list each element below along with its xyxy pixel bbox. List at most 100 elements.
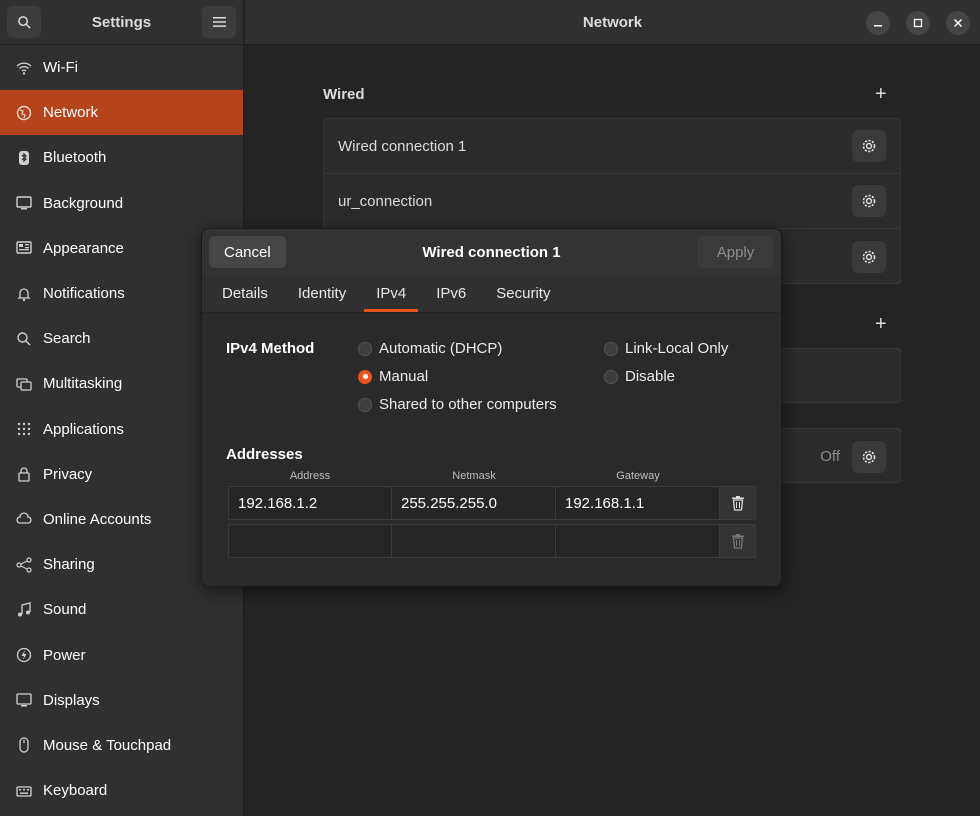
netmask-input[interactable] — [392, 524, 556, 558]
sidebar-item-label: Applications — [43, 420, 124, 438]
bluetooth-icon — [15, 149, 33, 167]
dialog-title: Wired connection 1 — [422, 243, 561, 261]
sidebar-item-wifi[interactable]: Wi-Fi — [0, 45, 243, 90]
sidebar-item-mouse-touchpad[interactable]: Mouse & Touchpad — [0, 723, 243, 768]
radio-button[interactable] — [604, 341, 618, 356]
sidebar-item-label: Sharing — [43, 556, 95, 574]
sidebar-item-label: Multitasking — [43, 375, 123, 393]
address-column-header: Address — [289, 470, 331, 482]
radio-label: Automatic (DHCP) — [379, 340, 503, 357]
sidebar-item-label: Mouse & Touchpad — [43, 736, 172, 754]
address-input[interactable]: 192.168.1.2 — [228, 486, 392, 520]
search-icon — [17, 15, 31, 29]
tab-details[interactable]: Details — [210, 275, 280, 312]
proxy-settings-button[interactable] — [852, 440, 886, 473]
netmask-column-header: Netmask — [452, 470, 496, 482]
sidebar-item-label: Sound — [43, 601, 87, 619]
maximize-button[interactable] — [906, 11, 930, 35]
maximize-icon — [913, 18, 923, 28]
tab-ipv4[interactable]: IPv4 — [364, 275, 419, 312]
sidebar-item-keyboard[interactable]: Keyboard — [0, 768, 243, 813]
radio-disable[interactable]: Disable — [604, 368, 675, 385]
sidebar-item-sound[interactable]: Sound — [0, 587, 243, 632]
tab-identity[interactable]: Identity — [286, 275, 358, 312]
delete-address-button[interactable] — [720, 524, 756, 558]
radio-button-selected[interactable] — [358, 369, 372, 384]
sidebar-item-label: Power — [43, 646, 86, 664]
connection-settings-button[interactable] — [852, 240, 886, 273]
appearance-icon — [15, 239, 33, 257]
music-note-icon — [15, 601, 33, 619]
sidebar-item-displays[interactable]: Displays — [0, 678, 243, 723]
ipv4-method-label: IPv4 Method — [226, 340, 315, 357]
plus-icon: + — [875, 83, 887, 105]
sidebar-item-background[interactable]: Background — [0, 181, 243, 226]
sidebar-item-label: Notifications — [43, 285, 125, 303]
radio-manual[interactable]: Manual — [358, 368, 428, 385]
connection-dialog: Cancel Wired connection 1 Apply Details … — [201, 228, 782, 587]
tab-security[interactable]: Security — [484, 275, 562, 312]
lock-icon — [15, 465, 33, 483]
wired-section-title: Wired — [323, 86, 365, 103]
sidebar-item-label: Search — [43, 330, 91, 348]
radio-button[interactable] — [358, 397, 372, 412]
radio-automatic-dhcp[interactable]: Automatic (DHCP) — [358, 340, 502, 357]
apply-button[interactable]: Apply — [697, 236, 774, 268]
trash-icon — [731, 534, 744, 549]
connection-settings-button[interactable] — [852, 185, 886, 217]
proxy-status: Off — [820, 448, 840, 465]
gateway-input[interactable]: 192.168.1.1 — [556, 486, 720, 520]
radio-label: Disable — [625, 368, 676, 385]
tab-ipv6[interactable]: IPv6 — [424, 275, 478, 312]
sidebar-item-power[interactable]: Power — [0, 632, 243, 677]
delete-address-button[interactable] — [720, 486, 756, 520]
radio-button[interactable] — [358, 341, 372, 356]
plus-icon: + — [875, 313, 887, 335]
list-item[interactable]: ur_connection — [324, 174, 900, 229]
power-icon — [15, 646, 33, 664]
hamburger-menu-icon — [212, 17, 226, 27]
radio-link-local[interactable]: Link-Local Only — [604, 340, 728, 357]
radio-label: Link-Local Only — [625, 340, 729, 357]
cancel-button[interactable]: Cancel — [209, 236, 286, 268]
sidebar-item-label: Bluetooth — [43, 149, 107, 167]
sidebar-item-label: Appearance — [43, 239, 124, 257]
share-icon — [15, 556, 33, 574]
gear-icon — [862, 194, 876, 208]
radio-button[interactable] — [604, 369, 618, 384]
wifi-icon — [15, 59, 33, 77]
search-button[interactable] — [7, 6, 41, 38]
gear-icon — [862, 250, 876, 263]
address-row — [228, 524, 756, 558]
close-button[interactable] — [946, 11, 970, 35]
close-icon — [954, 19, 962, 27]
list-item[interactable]: Wired connection 1 — [324, 119, 900, 174]
sidebar-item-bluetooth[interactable]: Bluetooth — [0, 135, 243, 180]
menu-button[interactable] — [202, 6, 236, 38]
address-row: 192.168.1.2 255.255.255.0 192.168.1.1 — [228, 486, 756, 520]
multitasking-icon — [15, 375, 33, 393]
address-input[interactable] — [228, 524, 392, 558]
sidebar-item-network[interactable]: Network — [0, 90, 243, 136]
gateway-input[interactable] — [556, 524, 720, 558]
sidebar-item-label: Privacy — [43, 465, 93, 483]
sidebar-header: Settings — [0, 0, 243, 45]
add-wired-button[interactable]: + — [875, 84, 887, 104]
radio-shared[interactable]: Shared to other computers — [358, 396, 557, 413]
cloud-icon — [15, 510, 33, 528]
ipv4-panel: IPv4 Method Automatic (DHCP) Manual Shar… — [202, 313, 781, 586]
netmask-input[interactable]: 255.255.255.0 — [392, 486, 556, 520]
sidebar-item-label: Wi-Fi — [43, 59, 78, 77]
connection-settings-button[interactable] — [852, 130, 886, 162]
display-icon — [15, 691, 33, 709]
radio-label: Manual — [379, 368, 429, 385]
gear-icon — [862, 450, 876, 463]
add-vpn-button[interactable]: + — [875, 314, 887, 334]
mouse-icon — [15, 736, 33, 754]
sidebar-item-label: Background — [43, 194, 124, 212]
connection-name: Wired connection 1 — [338, 137, 467, 155]
main-header: Network — [245, 0, 980, 45]
keyboard-icon — [15, 782, 33, 800]
grid-icon — [15, 420, 33, 438]
minimize-button[interactable] — [866, 11, 890, 35]
